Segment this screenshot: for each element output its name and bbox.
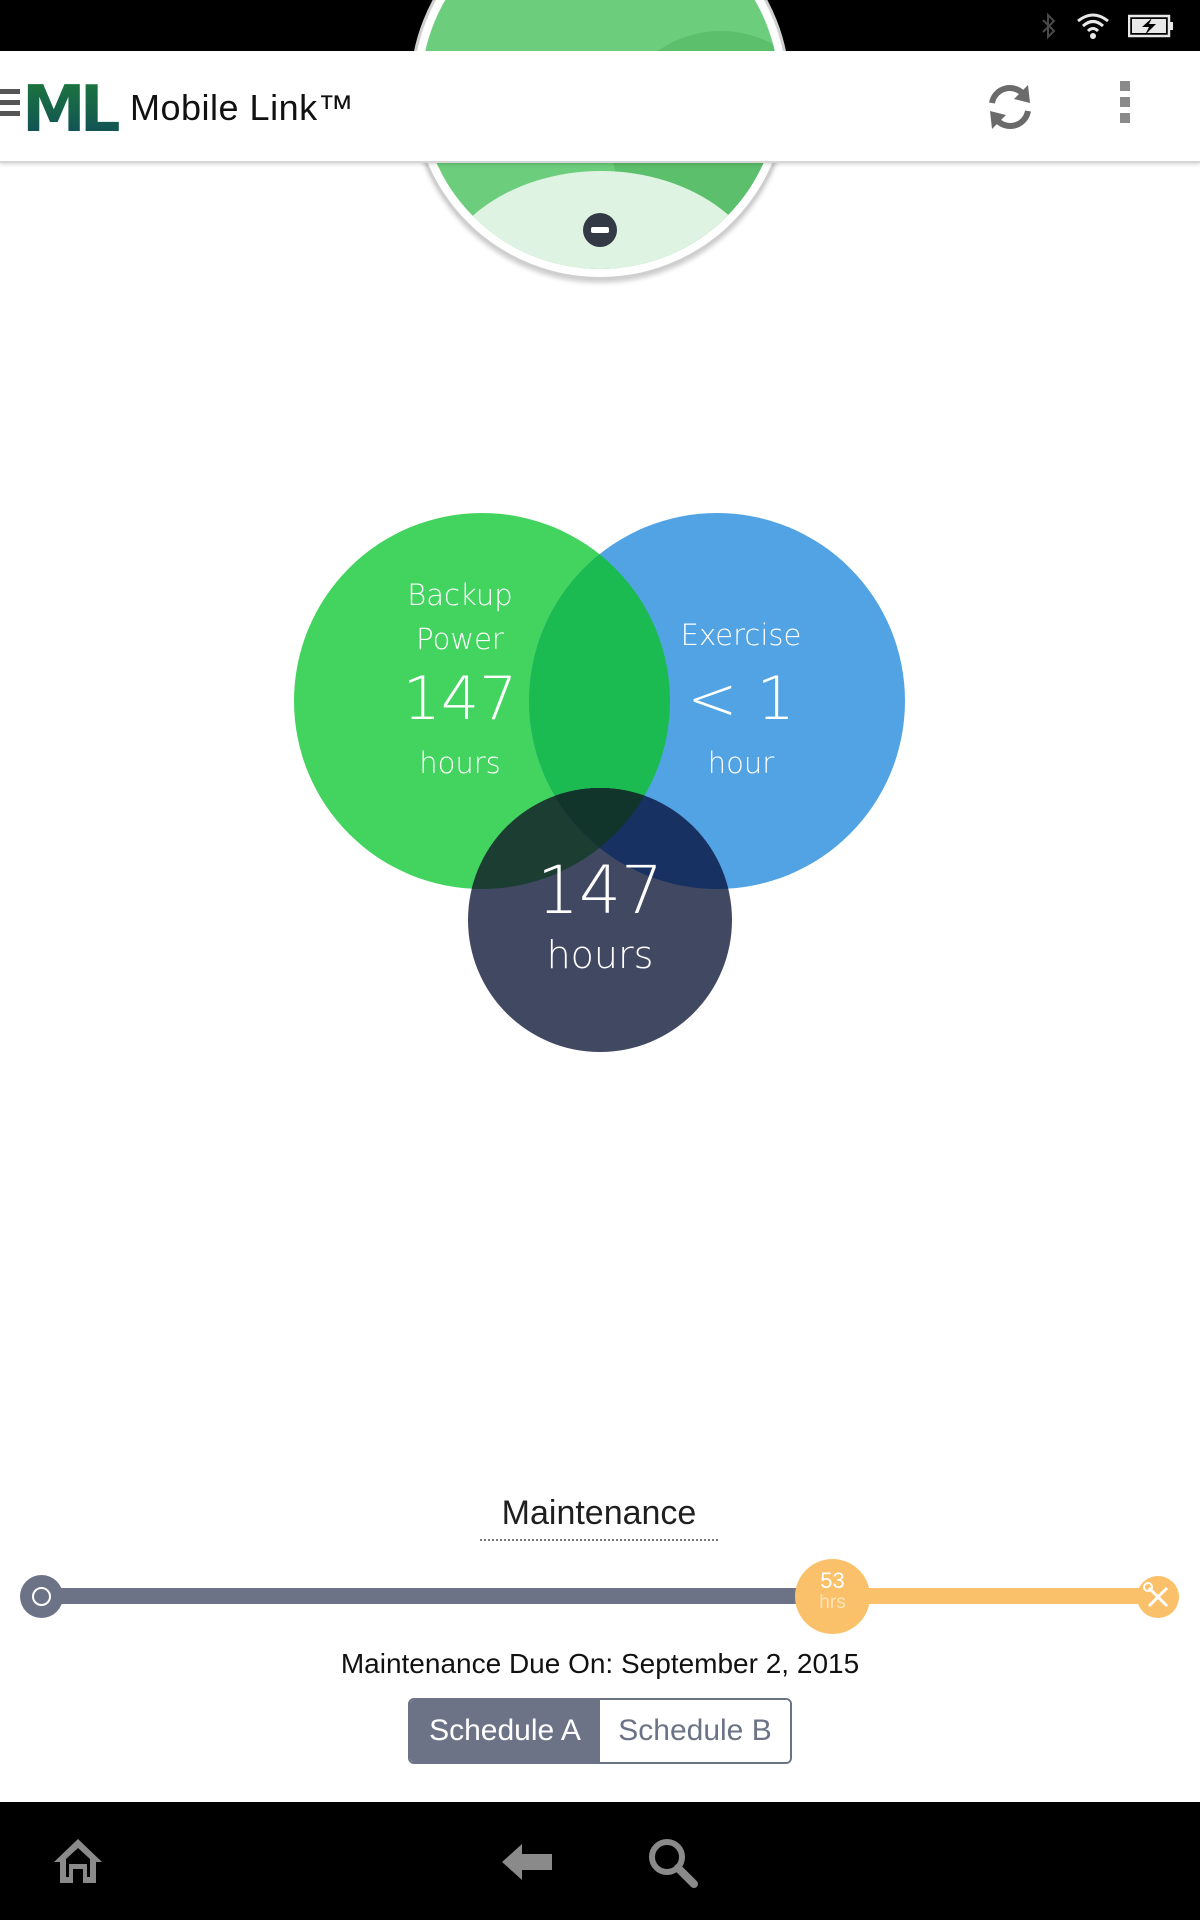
minus-circle-icon[interactable] [583, 213, 617, 247]
wrench-screwdriver-icon [1137, 1576, 1179, 1618]
menu-icon[interactable] [0, 89, 20, 122]
backup-power-hours: 147 [402, 664, 518, 734]
schedule-toggle: Schedule A Schedule B [408, 1698, 792, 1764]
app-title: Mobile Link™ [130, 87, 355, 128]
search-icon[interactable] [646, 1836, 698, 1888]
total-hours: 147 [537, 852, 663, 929]
backup-power-label: Backup Power [407, 578, 513, 656]
backup-power-unit: hours [419, 746, 501, 780]
app-logo: ML [22, 73, 122, 143]
maintenance-title[interactable]: Maintenance [480, 1494, 718, 1541]
app-bar: ML Mobile Link™ [0, 51, 1200, 163]
back-icon[interactable] [500, 1842, 554, 1882]
refresh-icon[interactable] [980, 77, 1040, 137]
exercise-unit: hour [707, 746, 775, 780]
maintenance-remaining-track [832, 1588, 1157, 1604]
overflow-menu-icon[interactable] [1120, 81, 1130, 135]
system-nav-bar [0, 1802, 1200, 1920]
schedule-a-button[interactable]: Schedule A [410, 1700, 600, 1762]
maintenance-hours-unit: hrs [819, 1592, 846, 1613]
home-icon[interactable] [52, 1836, 104, 1886]
maintenance-elapsed-track [42, 1588, 832, 1604]
maintenance-hours-remaining: 53 [820, 1568, 845, 1593]
schedule-b-button[interactable]: Schedule B [600, 1700, 790, 1762]
exercise-label: Exercise [680, 618, 802, 652]
exercise-hours: < 1 [687, 664, 795, 734]
maintenance-due-date: Maintenance Due On: September 2, 2015 [340, 1648, 860, 1679]
app-logo-text: ML [22, 73, 120, 143]
maintenance-progress-knob[interactable]: 53 hrs [795, 1559, 870, 1634]
total-hours-unit: hours [546, 933, 654, 977]
track-start-icon [20, 1575, 63, 1618]
